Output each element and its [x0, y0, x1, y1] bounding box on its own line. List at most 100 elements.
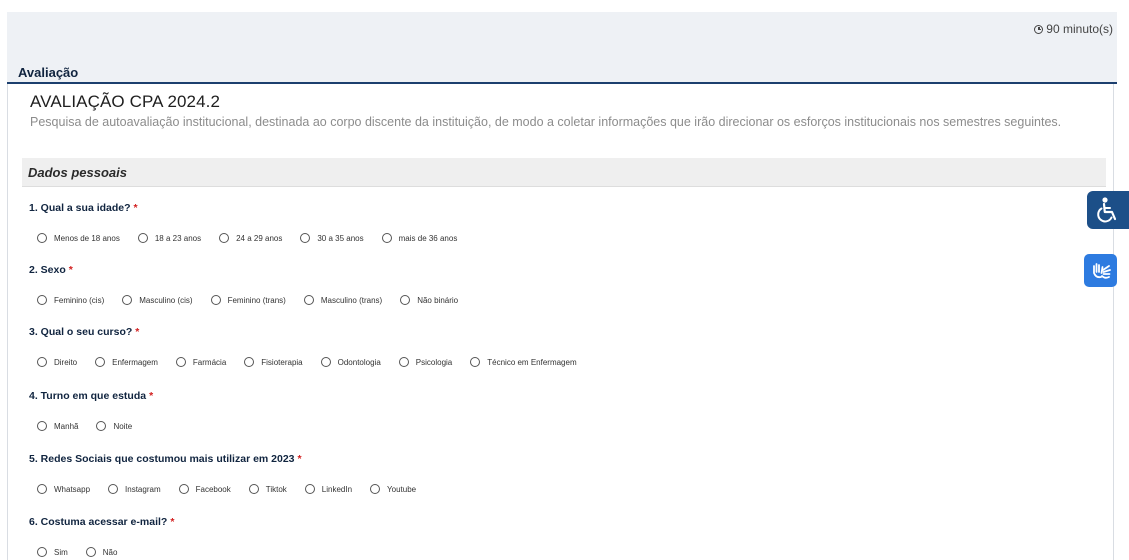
radio-button[interactable] [248, 484, 259, 494]
required-marker: * [133, 202, 138, 214]
question-6-label: 6. Costuma acessar e-mail? * [29, 516, 174, 528]
radio-option[interactable]: Whatsapp [37, 484, 90, 494]
accessibility-button[interactable] [1087, 191, 1129, 229]
radio-option[interactable]: Direito [37, 357, 77, 367]
question-text: 1. Qual a sua idade? [29, 202, 131, 214]
radio-button[interactable] [96, 421, 107, 431]
clock-icon [1034, 24, 1044, 34]
radio-button[interactable] [381, 233, 392, 243]
radio-option[interactable]: Facebook [178, 484, 231, 494]
radio-button[interactable] [37, 233, 47, 243]
radio-label: Instagram [125, 484, 161, 494]
required-marker: * [170, 516, 175, 528]
radio-button[interactable] [304, 484, 315, 494]
radio-button[interactable] [398, 357, 409, 367]
question-6-options: Sim Não [37, 545, 135, 559]
radio-option[interactable]: 30 a 35 anos [300, 233, 364, 243]
radio-option[interactable]: Enfermagem [95, 357, 158, 367]
question-5-options: Whatsapp Instagram Facebook Tiktok Linke… [37, 482, 434, 496]
section-header: Avaliação [7, 46, 1117, 84]
radio-label: Youtube [387, 484, 417, 494]
radio-option[interactable]: 24 a 29 anos [219, 233, 282, 243]
group-title: Dados pessoais [28, 165, 127, 180]
radio-button[interactable] [85, 547, 96, 557]
radio-option[interactable]: Não binário [400, 295, 458, 305]
radio-button[interactable] [95, 357, 106, 367]
radio-label: Fisioterapia [261, 357, 303, 367]
radio-button[interactable] [37, 421, 47, 431]
radio-button[interactable] [137, 233, 148, 243]
radio-option[interactable]: Odontologia [320, 357, 381, 367]
section-label: Avaliação [18, 65, 79, 80]
question-text: 4. Turno em que estuda [29, 390, 147, 402]
question-3-label: 3. Qual o seu curso? * [29, 326, 139, 338]
radio-option[interactable]: Feminino (cis) [37, 295, 104, 305]
radio-option[interactable]: Fisioterapia [244, 357, 303, 367]
radio-label: Menos de 18 anos [54, 233, 120, 243]
radio-option[interactable]: Instagram [108, 484, 161, 494]
radio-button[interactable] [37, 484, 47, 494]
radio-option[interactable]: Tiktok [248, 484, 287, 494]
radio-label: mais de 36 anos [398, 233, 458, 243]
radio-option[interactable]: Não [85, 547, 117, 557]
radio-label: Odontologia [337, 357, 381, 367]
question-2-options: Feminino (cis) Masculino (cis) Feminino … [37, 293, 476, 307]
radio-button[interactable] [37, 295, 47, 305]
radio-label: LinkedIn [321, 484, 353, 494]
radio-option[interactable]: Youtube [370, 484, 416, 494]
radio-button[interactable] [219, 233, 230, 243]
group-header: Dados pessoais [22, 158, 1106, 187]
radio-option[interactable]: Técnico em Enfermagem [470, 357, 577, 367]
radio-option[interactable]: mais de 36 anos [381, 233, 458, 243]
timer-text: 90 minuto(s) [1046, 22, 1113, 36]
radio-label: Masculino (cis) [139, 295, 193, 305]
radio-option[interactable]: Noite [96, 421, 132, 431]
radio-label: Técnico em Enfermagem [487, 357, 577, 367]
radio-label: Sim [54, 547, 68, 557]
radio-button[interactable] [470, 357, 481, 367]
radio-button[interactable] [108, 484, 119, 494]
radio-button[interactable] [370, 484, 381, 494]
radio-button[interactable] [300, 233, 311, 243]
radio-button[interactable] [175, 357, 186, 367]
radio-option[interactable]: LinkedIn [304, 484, 353, 494]
required-marker: * [149, 390, 154, 402]
sign-language-button[interactable] [1084, 254, 1117, 287]
radio-button[interactable] [122, 295, 133, 305]
radio-button[interactable] [178, 484, 189, 494]
radio-option[interactable]: Masculino (cis) [122, 295, 193, 305]
form-description: Pesquisa de autoavaliação institucional,… [30, 115, 1062, 129]
radio-button[interactable] [303, 295, 314, 305]
radio-option[interactable]: Sim [37, 547, 68, 557]
radio-option[interactable]: Farmácia [175, 357, 226, 367]
form-card: AVALIAÇÃO CPA 2024.2 Pesquisa de autoava… [7, 84, 1114, 560]
radio-option[interactable]: Manhã [37, 421, 78, 431]
radio-button[interactable] [210, 295, 221, 305]
question-text: 6. Costuma acessar e-mail? [29, 516, 168, 528]
radio-label: Direito [54, 357, 78, 367]
radio-button[interactable] [37, 547, 47, 557]
radio-label: Não binário [417, 295, 459, 305]
radio-button[interactable] [244, 357, 255, 367]
radio-option[interactable]: Menos de 18 anos [37, 233, 120, 243]
question-4-options: Manhã Noite [37, 419, 150, 433]
radio-option[interactable]: 18 a 23 anos [137, 233, 202, 243]
radio-button[interactable] [320, 357, 331, 367]
form-title: AVALIAÇÃO CPA 2024.2 [30, 92, 221, 111]
radio-option[interactable]: Psicologia [398, 357, 452, 367]
timer: 90 minuto(s) [1034, 22, 1113, 36]
radio-label: Tiktok [265, 484, 287, 494]
question-text: 3. Qual o seu curso? [29, 326, 133, 338]
radio-option[interactable]: Feminino (trans) [210, 295, 286, 305]
radio-label: Facebook [195, 484, 231, 494]
radio-button[interactable] [400, 295, 411, 305]
radio-option[interactable]: Masculino (trans) [303, 295, 382, 305]
question-3-options: Direito Enfermagem Farmácia Fisioterapia… [37, 355, 595, 369]
radio-label: 18 a 23 anos [154, 233, 202, 243]
question-5-label: 5. Redes Sociais que costumou mais utili… [29, 453, 302, 465]
question-4-label: 4. Turno em que estuda * [29, 390, 153, 402]
radio-button[interactable] [37, 357, 47, 367]
sign-language-hands-icon [1092, 262, 1111, 279]
required-marker: * [135, 326, 140, 338]
radio-label: Feminino (cis) [54, 295, 105, 305]
